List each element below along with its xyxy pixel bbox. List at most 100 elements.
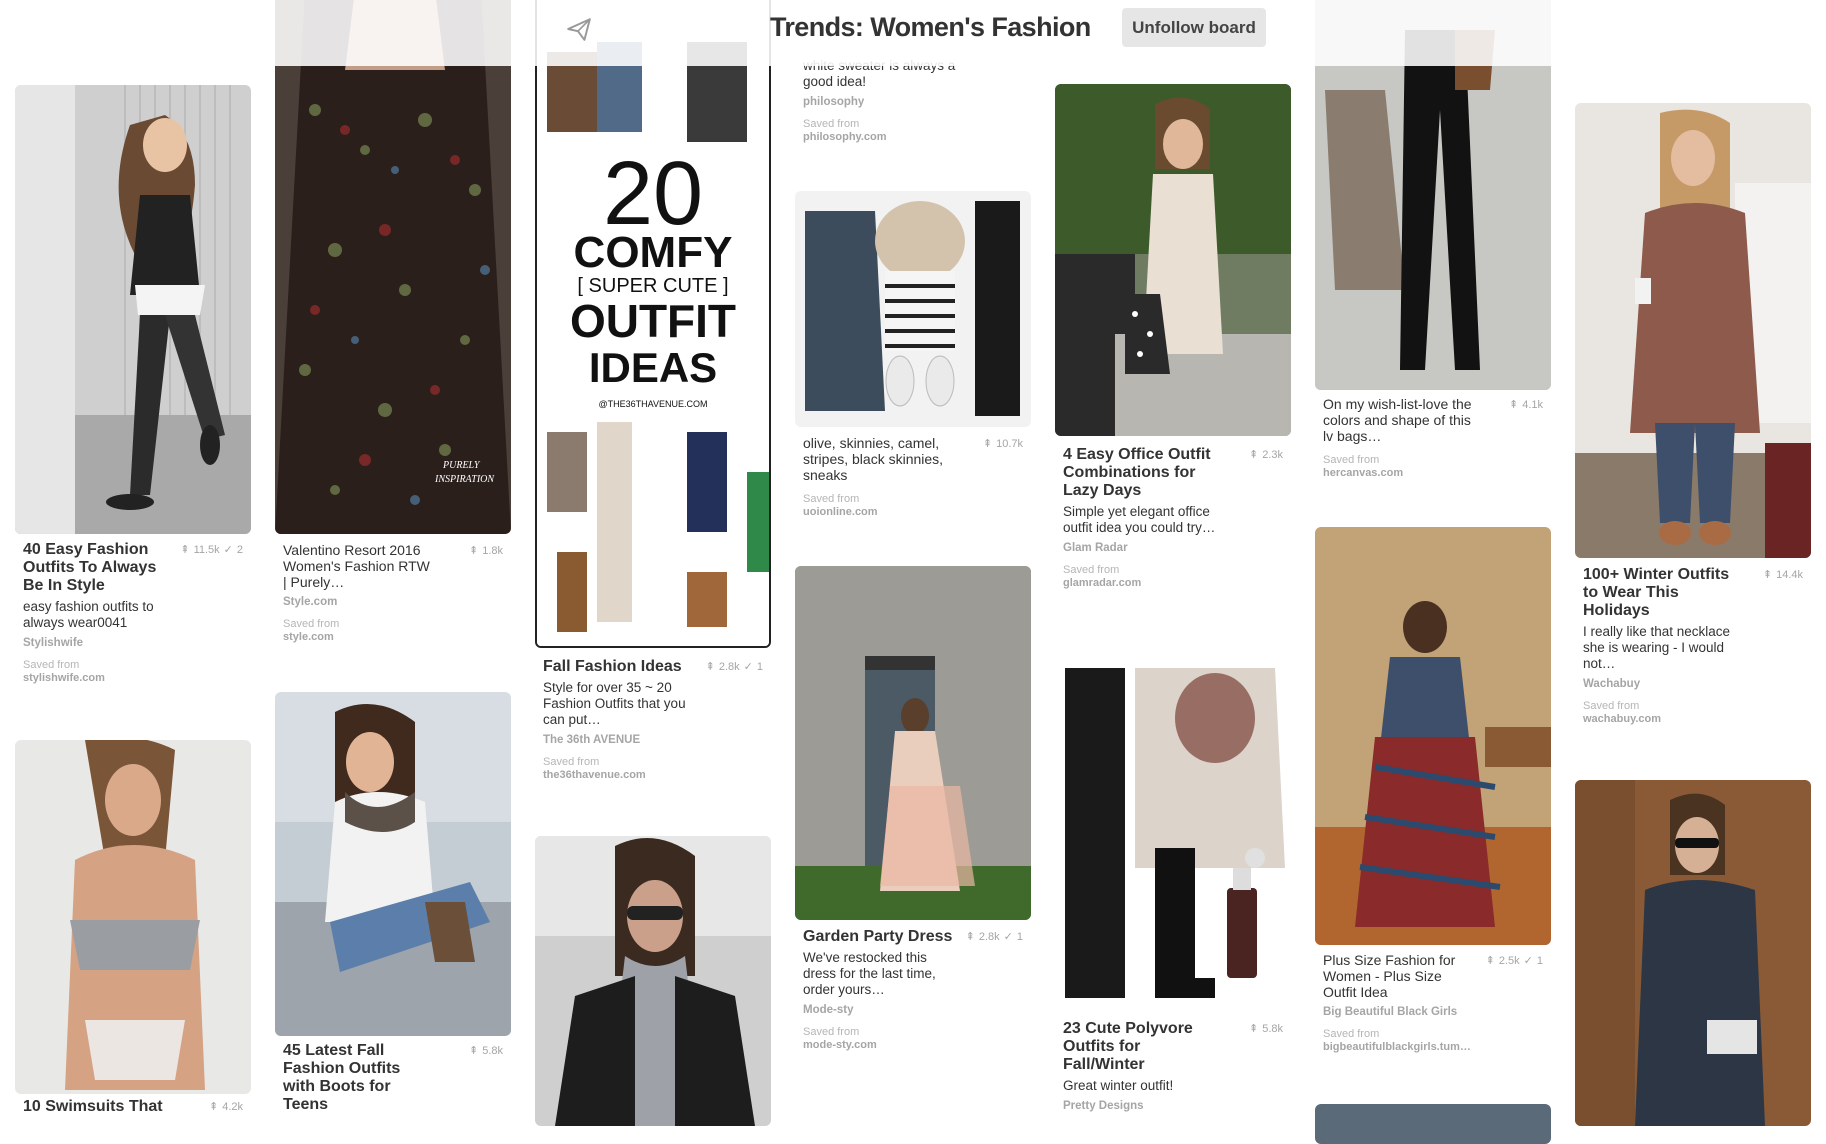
pin-source[interactable]: philosophy [803, 96, 1023, 108]
pin-source[interactable]: Glam Radar [1063, 542, 1283, 554]
pin-image[interactable]: PURELY INSPIRATION [275, 0, 511, 534]
pin-description: Style for over 35 ~ 20 Fashion Outfits t… [543, 680, 686, 727]
pin-image[interactable] [795, 566, 1031, 920]
pin-description: Simple yet elegant office outfit idea yo… [1063, 504, 1216, 535]
pin-image[interactable] [1055, 658, 1291, 1012]
image-headline: OUTFIT [570, 295, 736, 347]
unfollow-board-button[interactable]: Unfollow board [1122, 8, 1266, 47]
pin-source[interactable]: Style.com [283, 596, 503, 608]
like-count: 1 [1016, 931, 1023, 943]
saved-from-url[interactable]: hercanvas.com [1323, 467, 1543, 480]
pin-title: On my wish-list-love the colors and shap… [1323, 396, 1472, 444]
repin-count: 2.8k [978, 931, 1000, 943]
pin-source[interactable]: Mode-sty [803, 1004, 1023, 1016]
like-count: 1 [756, 661, 763, 673]
repin-icon: ⇞ [965, 931, 975, 943]
image-watermark: PURELY [442, 460, 481, 471]
image-watermark: INSPIRATION [434, 474, 495, 485]
repin-icon: ⇞ [1762, 569, 1773, 581]
saved-from-label: Saved from [1323, 454, 1380, 466]
repin-icon: ⇞ [180, 544, 190, 556]
repin-icon: ⇞ [1508, 399, 1519, 411]
repin-count: 11.5k [193, 544, 220, 556]
pin-title: 4 Easy Office Outfit Combinations for La… [1063, 446, 1211, 499]
board-header: Trends: Women's Fashion Unfollow board [0, 0, 1826, 66]
saved-from-label: Saved from [23, 659, 80, 671]
image-credit: @THE36THAVENUE.COM [599, 399, 708, 409]
saved-from-url[interactable]: glamradar.com [1063, 577, 1283, 590]
repin-icon: ⇞ [468, 545, 479, 557]
repin-icon: ⇞ [1248, 449, 1259, 461]
saved-from-label: Saved from [283, 618, 340, 630]
pin-title: olive, skinnies, camel, stripes, black s… [803, 435, 944, 483]
saved-from-url[interactable]: wachabuy.com [1583, 713, 1803, 726]
repin-icon: ⇞ [982, 438, 993, 450]
repin-count: 2.3k [1262, 449, 1283, 461]
pin-image[interactable] [1315, 527, 1551, 945]
like-count: 1 [1536, 955, 1543, 967]
pin-image[interactable] [795, 191, 1031, 427]
pin-image[interactable] [1055, 84, 1291, 436]
pin-description: I really like that necklace she is weari… [1583, 624, 1731, 671]
repin-count: 4.2k [222, 1101, 243, 1113]
saved-from-label: Saved from [543, 756, 600, 768]
pin-description: We've restocked this dress for the last … [803, 950, 936, 997]
pin-title: 23 Cute Polyvore Outfits for Fall/Winter [1063, 1020, 1193, 1073]
image-headline: IDEAS [589, 344, 717, 391]
repin-count: 2.8k [718, 661, 740, 673]
pin-image[interactable] [275, 692, 511, 1036]
repin-count: 5.8k [482, 1045, 503, 1057]
saved-from-label: Saved from [1323, 1028, 1380, 1040]
pin-title: 10 Swimsuits That [23, 1098, 163, 1115]
saved-from-url[interactable]: stylishwife.com [23, 672, 243, 685]
send-icon[interactable] [566, 16, 592, 42]
pin-image[interactable] [535, 836, 771, 1126]
pin-source[interactable]: Wachabuy [1583, 678, 1803, 690]
repin-count: 14.4k [1776, 569, 1803, 581]
repin-icon: ⇞ [208, 1101, 219, 1113]
image-headline: COMFY [574, 228, 733, 277]
like-icon: ✓ [743, 661, 753, 673]
repin-icon: ⇞ [1248, 1023, 1259, 1035]
pin-title: 100+ Winter Outfits to Wear This Holiday… [1583, 566, 1730, 619]
pin-image[interactable] [15, 740, 251, 1094]
pin-title: Fall Fashion Ideas [543, 658, 682, 675]
saved-from-url[interactable]: bigbeautifulblackgirls.tum… [1323, 1041, 1543, 1054]
pin-image[interactable] [1315, 1104, 1551, 1144]
saved-from-url[interactable]: style.com [283, 631, 503, 644]
pin-description: easy fashion outfits to always wear0041 [23, 599, 154, 630]
saved-from-url[interactable]: mode-sty.com [803, 1039, 1023, 1052]
pin-image[interactable] [15, 85, 251, 534]
repin-count: 1.8k [482, 545, 503, 557]
saved-from-url[interactable]: uoionline.com [803, 506, 1023, 519]
pin-source[interactable]: Big Beautiful Black Girls [1323, 1006, 1543, 1018]
saved-from-label: Saved from [1583, 700, 1640, 712]
repin-icon: ⇞ [1485, 955, 1495, 967]
board-title: Trends: Women's Fashion [770, 12, 1091, 42]
image-subheadline: [ SUPER CUTE ] [577, 275, 728, 297]
pin-image[interactable] [1575, 780, 1811, 1126]
saved-from-label: Saved from [803, 118, 860, 130]
like-icon: ✓ [1523, 955, 1533, 967]
pin-description: Great winter outfit! [1063, 1078, 1174, 1093]
pin-title: Garden Party Dress [803, 928, 953, 945]
pin-image[interactable] [1575, 103, 1811, 558]
like-icon: ✓ [223, 544, 233, 556]
saved-from-label: Saved from [803, 493, 860, 505]
like-icon: ✓ [1003, 931, 1013, 943]
saved-from-label: Saved from [803, 1026, 860, 1038]
pin-title: Plus Size Fashion for Women - Plus Size … [1323, 952, 1456, 1000]
saved-from-url[interactable]: the36thavenue.com [543, 769, 763, 782]
repin-icon: ⇞ [705, 661, 715, 673]
pin-title: 45 Latest Fall Fashion Outfits with Boot… [283, 1042, 401, 1113]
pin-source[interactable]: Pretty Designs [1063, 1100, 1283, 1112]
pin-title: Valentino Resort 2016 Women's Fashion RT… [283, 542, 430, 590]
saved-from-url[interactable]: philosophy.com [803, 131, 1023, 144]
repin-count: 5.8k [1262, 1023, 1283, 1035]
repin-icon: ⇞ [468, 1045, 479, 1057]
pin-source[interactable]: Stylishwife [23, 637, 243, 649]
pin-image[interactable]: 20 COMFY [ SUPER CUTE ] OUTFIT IDEAS @TH… [535, 0, 771, 648]
pin-source[interactable]: The 36th AVENUE [543, 734, 763, 746]
saved-from-label: Saved from [1063, 564, 1120, 576]
repin-count: 10.7k [996, 438, 1023, 450]
